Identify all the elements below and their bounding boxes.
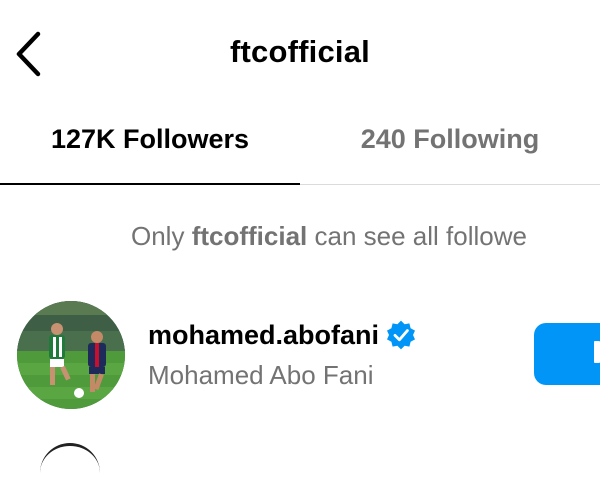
follow-button[interactable] xyxy=(534,323,600,385)
tab-followers-label: 127K Followers xyxy=(50,124,250,154)
active-tab-indicator xyxy=(0,183,300,185)
page-title: ftcofficial xyxy=(230,34,370,69)
avatar[interactable] xyxy=(40,443,100,503)
tab-followers[interactable]: 127K Followers xyxy=(0,108,300,184)
follower-username[interactable]: mohamed.abofani xyxy=(148,320,379,351)
username-wrap: mohamed.abofani xyxy=(148,319,417,351)
follower-full-name: Mohamed Abo Fani xyxy=(148,360,374,390)
tab-following[interactable]: 240 Following xyxy=(300,108,600,184)
notice-account: ftcofficial xyxy=(191,221,308,251)
verified-badge-icon xyxy=(385,319,417,351)
avatar-image xyxy=(17,301,125,409)
list-item[interactable]: mohamed.abofani xyxy=(0,296,600,414)
tab-following-label: 240 Following xyxy=(360,124,540,154)
avatar[interactable] xyxy=(17,301,125,409)
notice-prefix: Only xyxy=(131,221,192,251)
follow-button-label xyxy=(594,341,600,363)
tab-bar: 127K Followers 240 Following xyxy=(0,108,600,185)
header: ftcofficial xyxy=(0,0,600,108)
notice-suffix: can see all followe xyxy=(307,221,527,251)
privacy-notice: Only ftcofficial can see all followe xyxy=(131,221,527,252)
